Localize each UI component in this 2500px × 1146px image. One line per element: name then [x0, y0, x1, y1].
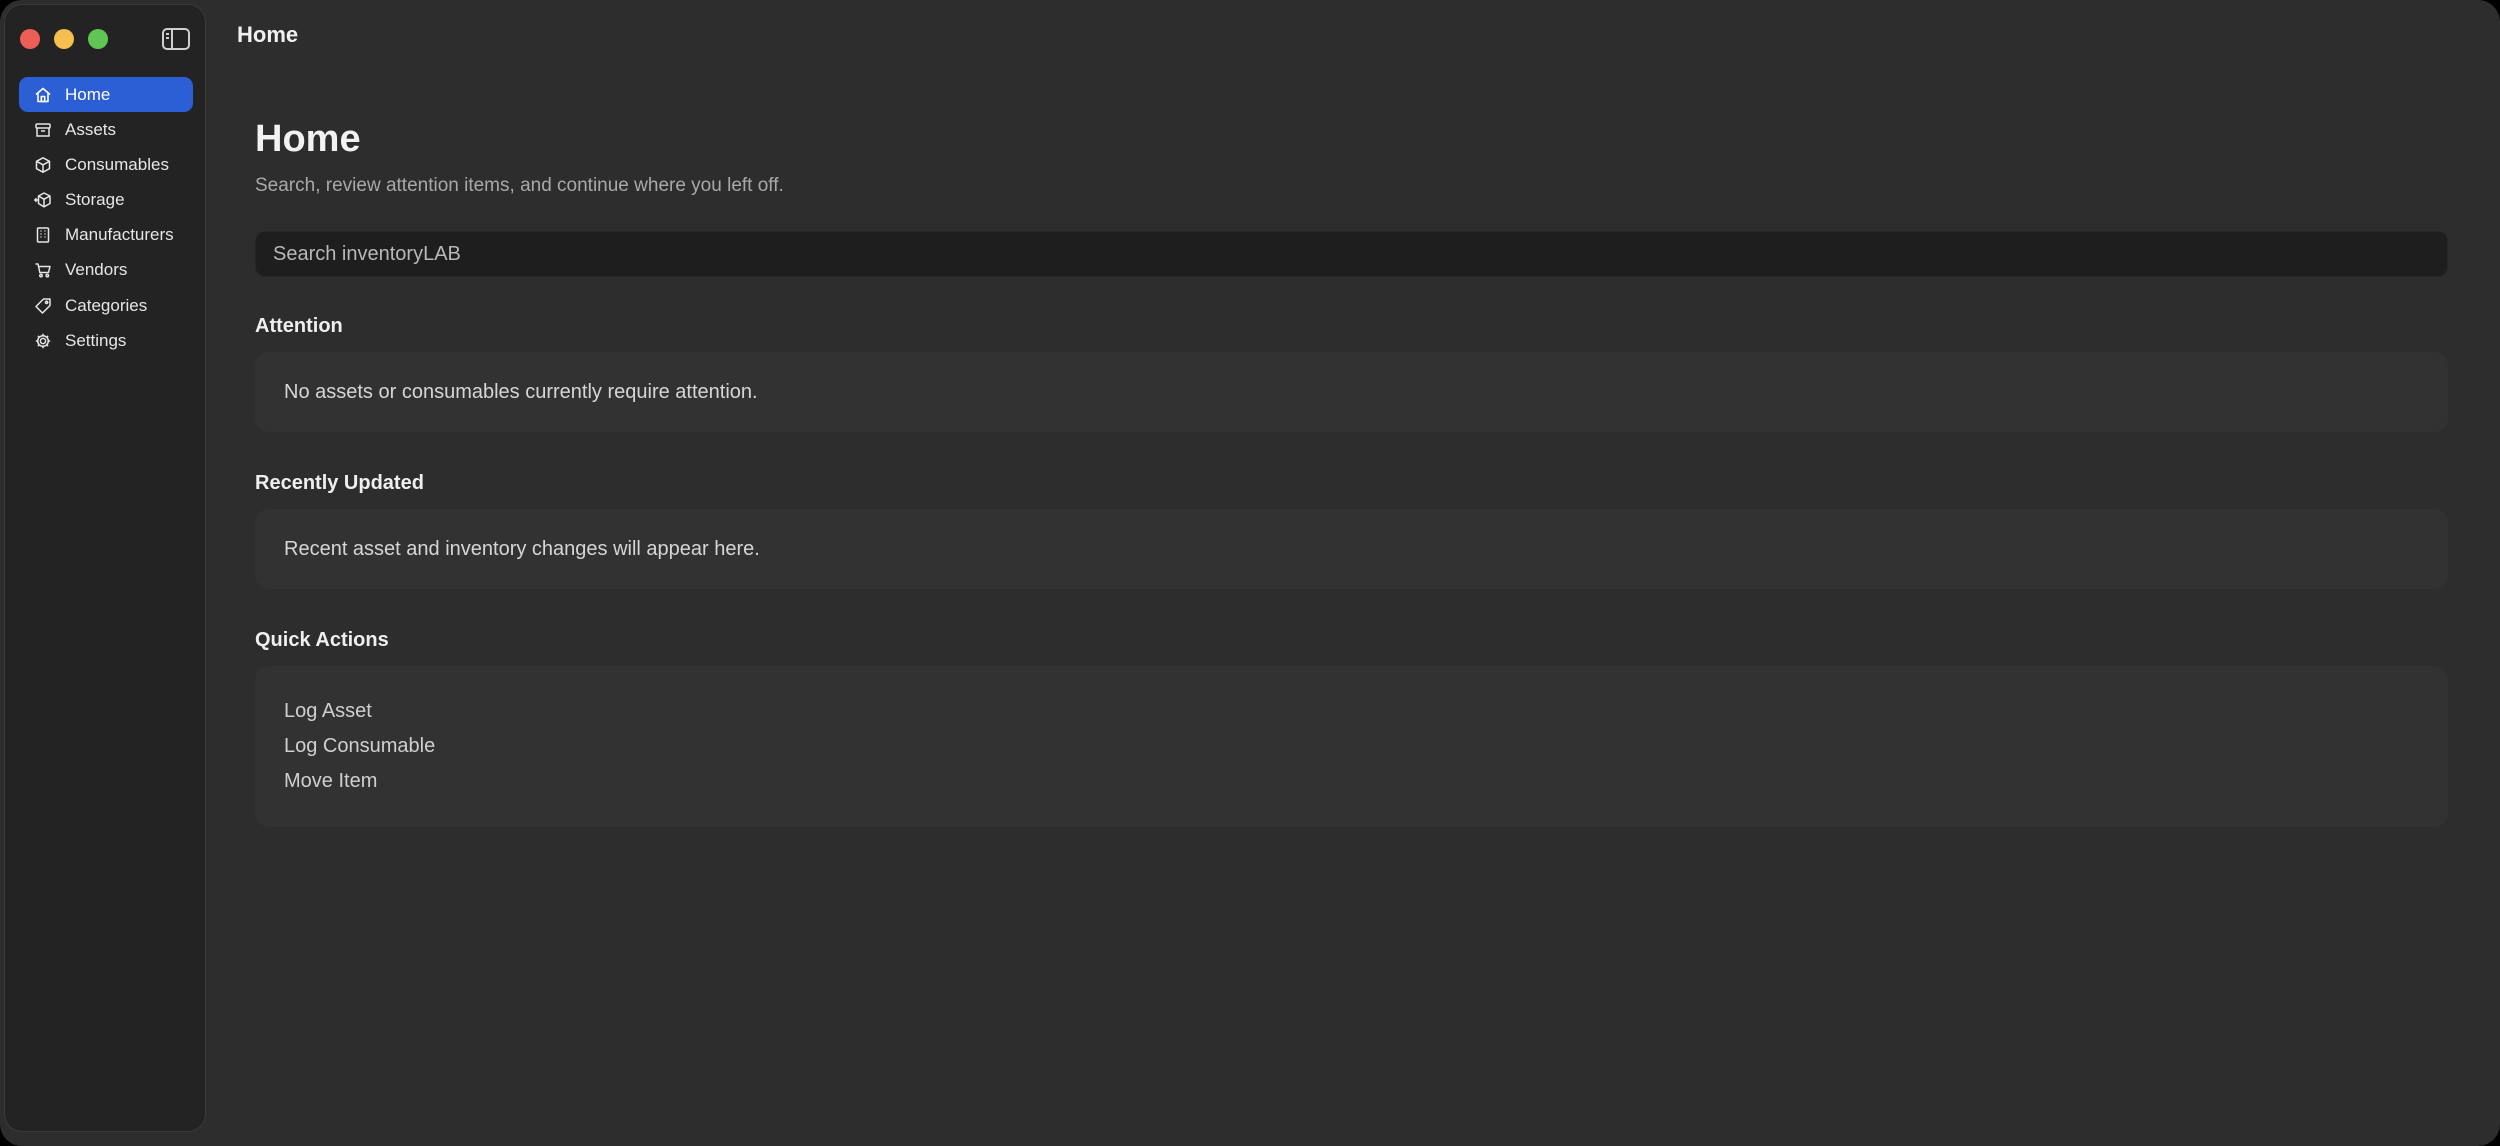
move-item-action[interactable]: Move Item: [284, 764, 2419, 799]
sidebar-item-categories[interactable]: Categories: [19, 288, 193, 323]
sidebar-nav: Home Assets Consumables Storage Manufact…: [19, 77, 193, 359]
zoom-window-button[interactable]: [88, 29, 108, 49]
sidebar-item-storage[interactable]: Storage: [19, 183, 193, 218]
cart-icon: [33, 260, 53, 280]
sidebar-item-assets[interactable]: Assets: [19, 112, 193, 147]
sidebar: Home Assets Consumables Storage Manufact…: [4, 4, 206, 1132]
app-window: Home Assets Consumables Storage Manufact…: [0, 0, 2500, 1146]
quick-actions-card: Log Asset Log Consumable Move Item: [255, 666, 2448, 827]
log-asset-action[interactable]: Log Asset: [284, 694, 2419, 729]
page-title: Home: [255, 118, 361, 160]
recently-updated-card: Recent asset and inventory changes will …: [255, 509, 2448, 589]
sidebar-item-manufacturers[interactable]: Manufacturers: [19, 218, 193, 253]
sidebar-item-label: Categories: [65, 295, 148, 315]
quick-actions-section-title: Quick Actions: [255, 629, 389, 651]
gear-icon: [33, 331, 53, 351]
recently-updated-section-title: Recently Updated: [255, 472, 424, 494]
close-window-button[interactable]: [20, 29, 40, 49]
archive-box-icon: [33, 120, 53, 140]
minimize-window-button[interactable]: [54, 29, 74, 49]
sidebar-item-settings[interactable]: Settings: [19, 323, 193, 358]
house-icon: [33, 85, 53, 105]
page-subtitle: Search, review attention items, and cont…: [255, 175, 784, 196]
sidebar-item-label: Assets: [65, 119, 117, 139]
attention-section-title: Attention: [255, 315, 343, 337]
sidebar-item-label: Manufacturers: [65, 225, 174, 245]
sidebar-item-label: Consumables: [65, 154, 169, 174]
package-icon: [33, 155, 53, 175]
attention-card: No assets or consumables currently requi…: [255, 352, 2448, 432]
tag-icon: [33, 296, 53, 316]
log-consumable-action[interactable]: Log Consumable: [284, 729, 2419, 764]
building-icon: [33, 225, 53, 245]
sidebar-item-label: Vendors: [65, 260, 128, 280]
storage-box-icon: [33, 190, 53, 210]
attention-message: No assets or consumables currently requi…: [284, 380, 758, 403]
sidebar-item-label: Settings: [65, 330, 127, 350]
sidebar-item-home[interactable]: Home: [19, 77, 193, 112]
main-content: Home Search, review attention items, and…: [255, 118, 2448, 827]
sidebar-item-label: Storage: [65, 190, 125, 210]
sidebar-item-consumables[interactable]: Consumables: [19, 147, 193, 182]
sidebar-toggle-icon[interactable]: [161, 27, 191, 51]
sidebar-item-vendors[interactable]: Vendors: [19, 253, 193, 288]
sidebar-item-label: Home: [65, 84, 111, 104]
window-title: Home: [237, 22, 299, 47]
search-input[interactable]: [255, 231, 2448, 277]
recently-updated-message: Recent asset and inventory changes will …: [284, 537, 760, 560]
